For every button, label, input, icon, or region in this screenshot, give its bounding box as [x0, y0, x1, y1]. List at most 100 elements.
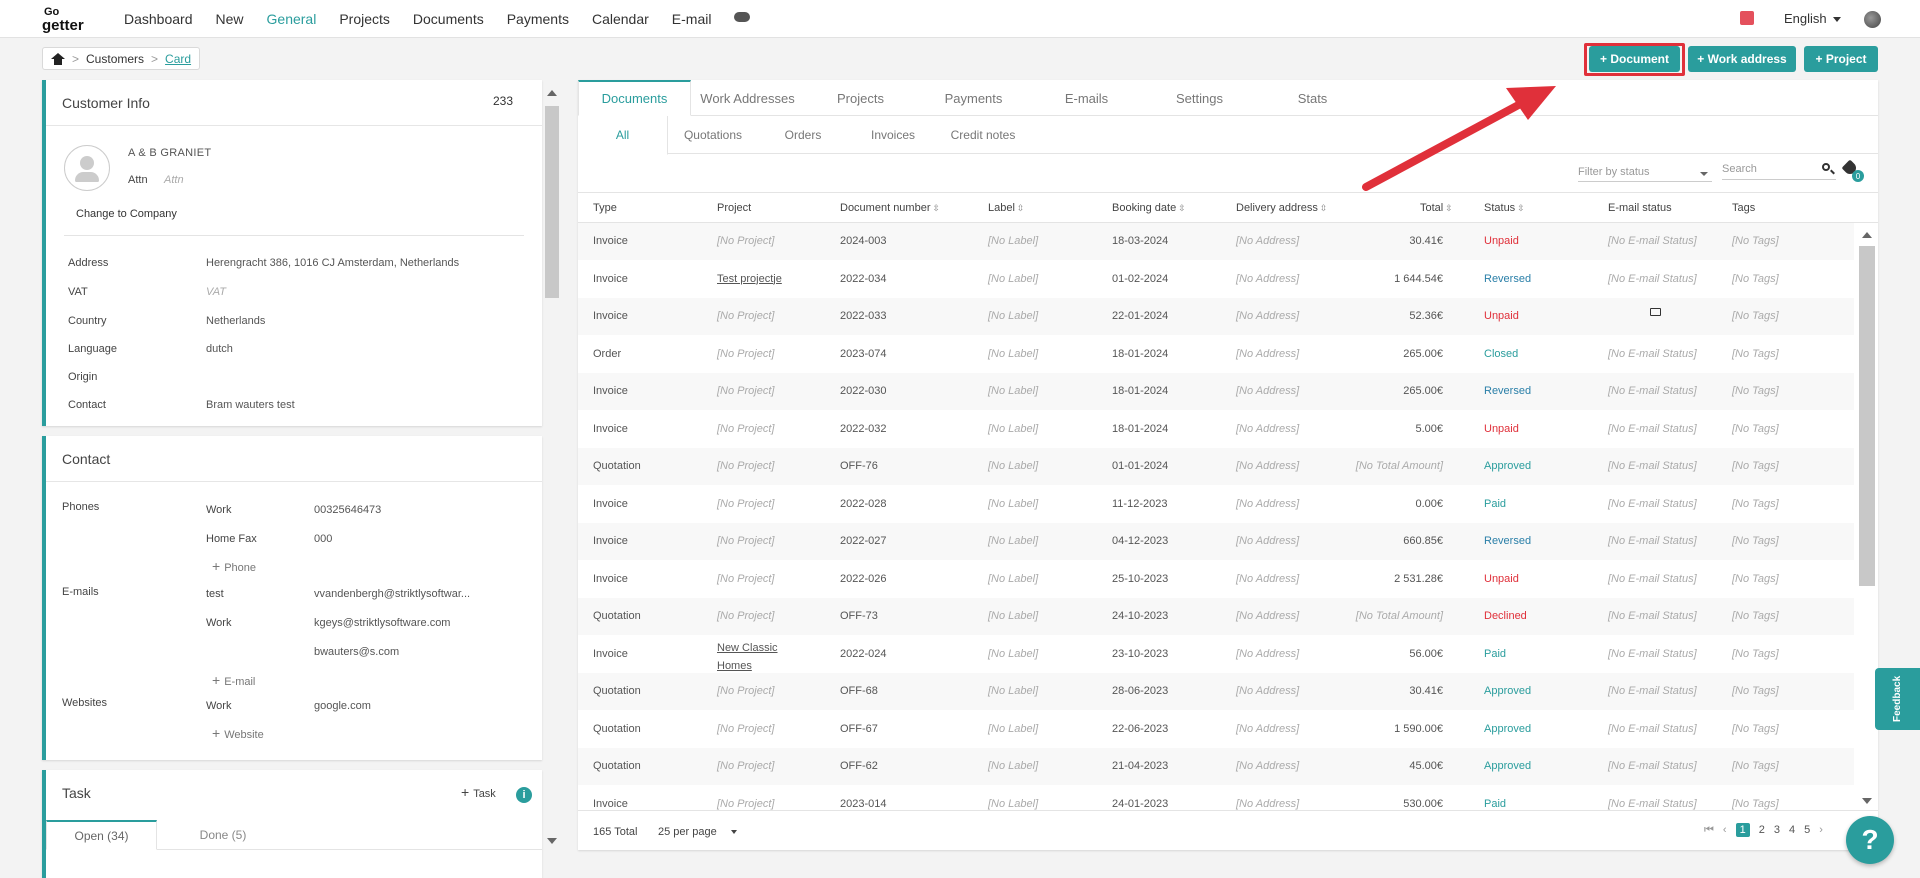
email-value[interactable]: vvandenbergh@striktlysoftwar... — [314, 588, 470, 600]
cell-doc: 2022-032 — [840, 422, 887, 435]
table-row[interactable]: Invoice [No Project] 2022-033 [No Label] 22-… — [578, 298, 1854, 335]
nav-dashboard[interactable]: Dashboard — [124, 11, 193, 27]
email-value[interactable]: kgeys@striktlysoftware.com — [314, 617, 450, 629]
attn-field[interactable]: Attn — [164, 174, 184, 186]
nav-email[interactable]: E-mail — [672, 11, 712, 27]
search-input[interactable]: Search — [1722, 160, 1836, 180]
page-4[interactable]: 4 — [1789, 824, 1795, 836]
info-icon[interactable]: i — [516, 787, 532, 803]
sort-icon[interactable]: ⇳ — [1178, 203, 1186, 213]
website-value[interactable]: google.com — [314, 700, 371, 712]
nav-payments[interactable]: Payments — [507, 11, 569, 27]
help-button[interactable]: ? — [1846, 816, 1894, 864]
add-phone-button[interactable]: + Phone — [212, 558, 256, 574]
page-5[interactable]: 5 — [1804, 824, 1810, 836]
tab-open-tasks[interactable]: Open (34) — [46, 820, 157, 850]
subtab-quotations[interactable]: Quotations — [668, 116, 758, 154]
nav-calendar[interactable]: Calendar — [592, 11, 649, 27]
scrollbar-thumb[interactable] — [545, 106, 559, 298]
subtab-credit-notes[interactable]: Credit notes — [938, 116, 1028, 154]
nav-documents[interactable]: Documents — [413, 11, 484, 27]
column-header-label[interactable]: Label ⇳ — [988, 202, 1024, 214]
table-row[interactable]: Invoice [No Project] 2022-027 [No Label] 04-… — [578, 523, 1854, 560]
scroll-up-icon[interactable] — [1862, 232, 1872, 238]
nav-new[interactable]: New — [216, 11, 244, 27]
table-row[interactable]: Invoice [No Project] 2022-026 [No Label] 25-… — [578, 560, 1854, 598]
phone-value[interactable]: 00325646473 — [314, 504, 381, 516]
tab-projects[interactable]: Projects — [804, 80, 917, 116]
tab-settings[interactable]: Settings — [1143, 80, 1256, 116]
page-3[interactable]: 3 — [1774, 824, 1780, 836]
nav-projects[interactable]: Projects — [339, 11, 390, 27]
table-row[interactable]: Invoice New Classic Homes 2022-024 [No Labe… — [578, 635, 1854, 675]
prev-page-icon[interactable]: ‹ — [1723, 824, 1727, 836]
tab-documents[interactable]: Documents — [578, 80, 691, 116]
table-row[interactable]: Quotation [No Project] OFF-76 [No Label] 01-… — [578, 448, 1854, 485]
table-row[interactable]: Order [No Project] 2023-074 [No Label] 18-01… — [578, 335, 1854, 373]
table-row[interactable]: Quotation [No Project] OFF-62 [No Label] 21-… — [578, 748, 1854, 785]
status-filter-select[interactable]: Filter by status — [1578, 162, 1712, 182]
table-row[interactable]: Invoice [No Project] 2022-032 [No Label] 18-… — [578, 410, 1854, 448]
column-header-total[interactable]: Total ⇳ — [1420, 202, 1453, 214]
language-select[interactable]: English — [1784, 11, 1841, 26]
column-header-booking-date[interactable]: Booking date ⇳ — [1112, 202, 1186, 214]
sort-icon[interactable]: ⇳ — [933, 203, 941, 213]
cell-project[interactable]: New Classic Homes — [717, 639, 787, 675]
sort-icon[interactable]: ⇳ — [1320, 203, 1328, 213]
column-header-document-number[interactable]: Document number ⇳ — [840, 202, 940, 214]
sort-icon[interactable]: ⇳ — [1445, 203, 1453, 213]
change-to-company-link[interactable]: Change to Company — [76, 208, 177, 220]
scrollbar-thumb[interactable] — [1859, 246, 1875, 586]
tab-emails[interactable]: E-mails — [1030, 80, 1143, 116]
subtab-all[interactable]: All — [578, 116, 668, 155]
cell-doc: 2022-027 — [840, 535, 887, 547]
scroll-down-icon[interactable] — [1862, 798, 1872, 804]
table-row[interactable]: Invoice [No Project] 2024-003 [No Label] 18-… — [578, 223, 1854, 260]
cell-project[interactable]: Test projectje — [717, 273, 782, 285]
cloud-icon[interactable] — [734, 12, 751, 22]
column-header-delivery-address[interactable]: Delivery address ⇳ — [1236, 202, 1327, 214]
add-email-button[interactable]: + E-mail — [212, 672, 255, 688]
table-row[interactable]: Invoice [No Project] 2022-030 [No Label] 18-… — [578, 373, 1854, 410]
table-row[interactable]: Quotation [No Project] OFF-67 [No Label] 22-… — [578, 710, 1854, 748]
scroll-down-icon[interactable] — [547, 838, 557, 844]
tab-stats[interactable]: Stats — [1256, 80, 1369, 116]
gogetter-logo[interactable]: Go getter — [42, 6, 100, 33]
left-scrollbar[interactable] — [545, 84, 559, 850]
add-website-button[interactable]: + Website — [212, 725, 264, 741]
home-icon[interactable] — [51, 52, 65, 65]
breadcrumb-card[interactable]: Card — [165, 52, 191, 66]
add-work-address-button[interactable]: + Work address — [1688, 46, 1796, 72]
tab-payments[interactable]: Payments — [917, 80, 1030, 116]
add-task-button[interactable]: + Task — [461, 784, 496, 800]
tab-work-addresses[interactable]: Work Addresses — [691, 80, 804, 116]
first-page-icon[interactable]: ⏮ — [1704, 824, 1714, 837]
column-header-status[interactable]: Status ⇳ — [1484, 202, 1525, 214]
user-avatar[interactable] — [1864, 11, 1881, 28]
table-row[interactable]: Invoice [No Project] 2023-014 [No Label] 24-… — [578, 785, 1854, 810]
next-page-icon[interactable]: › — [1819, 824, 1823, 836]
page-1[interactable]: 1 — [1735, 823, 1750, 837]
table-row[interactable]: Invoice Test projectje 2022-034 [No Label] 0… — [578, 260, 1854, 298]
sort-icon[interactable]: ⇳ — [1517, 203, 1525, 213]
subtab-invoices[interactable]: Invoices — [848, 116, 938, 154]
feedback-tab[interactable]: Feedback — [1875, 668, 1920, 730]
gift-icon[interactable] — [1740, 11, 1754, 25]
cell-type: Invoice — [593, 272, 628, 285]
email-value[interactable]: bwauters@s.com — [314, 646, 399, 658]
tab-done-tasks[interactable]: Done (5) — [173, 820, 273, 850]
page-2[interactable]: 2 — [1759, 824, 1765, 836]
table-row[interactable]: Quotation [No Project] OFF-68 [No Label] 28-… — [578, 673, 1854, 710]
add-project-button[interactable]: + Project — [1804, 46, 1878, 72]
subtab-orders[interactable]: Orders — [758, 116, 848, 154]
search-icon[interactable] — [1822, 163, 1830, 171]
sort-icon[interactable]: ⇳ — [1017, 203, 1025, 213]
table-row[interactable]: Quotation [No Project] OFF-73 [No Label] 24-… — [578, 598, 1854, 635]
table-row[interactable]: Invoice [No Project] 2022-028 [No Label] 11-… — [578, 485, 1854, 523]
per-page-select[interactable]: 25 per page — [658, 826, 737, 838]
breadcrumb-customers[interactable]: Customers — [86, 52, 144, 66]
phone-value[interactable]: 000 — [314, 533, 332, 545]
nav-general[interactable]: General — [267, 11, 317, 27]
scroll-up-icon[interactable] — [547, 90, 557, 96]
table-scrollbar[interactable] — [1858, 226, 1876, 808]
